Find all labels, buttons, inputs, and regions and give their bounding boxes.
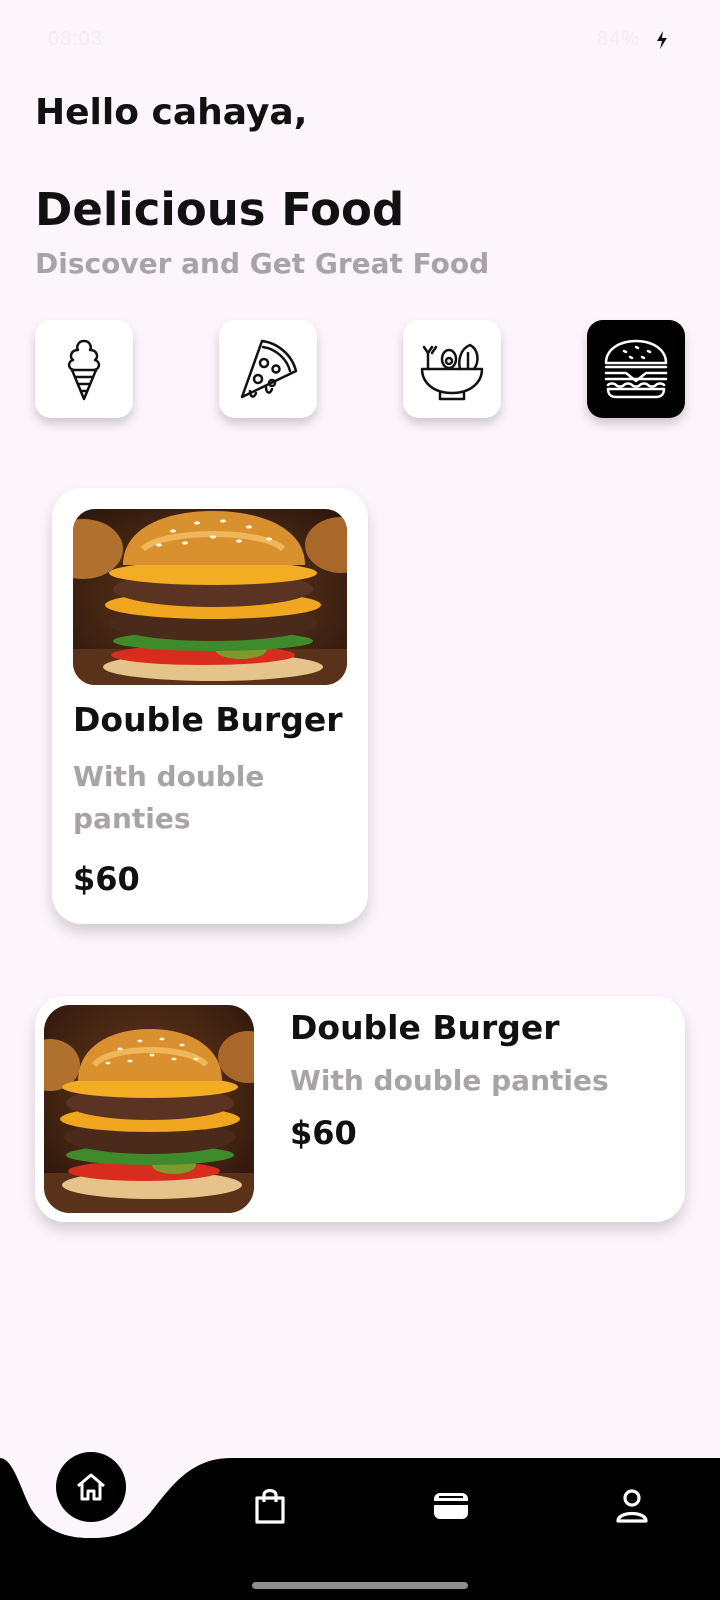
- food-price: $60: [290, 1114, 357, 1152]
- food-description: With double panties: [73, 760, 265, 835]
- gesture-handle[interactable]: [252, 1582, 468, 1589]
- nav-home-button[interactable]: [56, 1452, 126, 1522]
- food-card-horizontal[interactable]: Double Burger With double panties $60: [35, 996, 685, 1222]
- status-battery: 84%: [596, 28, 640, 50]
- food-card-vertical[interactable]: Double Burger With double panties $60: [52, 488, 368, 924]
- category-pizza[interactable]: [219, 320, 317, 418]
- charging-icon: [657, 31, 667, 49]
- category-burger[interactable]: [587, 320, 685, 418]
- food-description: With double panties: [290, 1064, 609, 1097]
- status-time: 08:03: [48, 28, 104, 50]
- pizza-icon: [240, 339, 298, 399]
- profile-icon[interactable]: [612, 1486, 652, 1526]
- burger-icon: [604, 339, 668, 399]
- home-icon: [77, 1473, 105, 1501]
- ice-cream-icon: [67, 339, 101, 401]
- category-ice-cream[interactable]: [35, 320, 133, 418]
- category-salad[interactable]: [403, 320, 501, 418]
- page-subtitle: Discover and Get Great Food: [35, 247, 490, 280]
- shopping-bag-icon[interactable]: [250, 1486, 290, 1526]
- salad-bowl-icon: [420, 343, 484, 401]
- wallet-icon[interactable]: [431, 1486, 471, 1526]
- food-price: $60: [73, 860, 140, 898]
- burger-photo: [44, 1005, 254, 1213]
- food-name: Double Burger: [73, 700, 343, 739]
- food-name: Double Burger: [290, 1008, 560, 1047]
- status-bar: 08:03 84%: [0, 0, 720, 84]
- burger-photo: [73, 509, 347, 685]
- greeting-text: Hello cahaya,: [35, 92, 308, 133]
- page-title: Delicious Food: [35, 183, 405, 236]
